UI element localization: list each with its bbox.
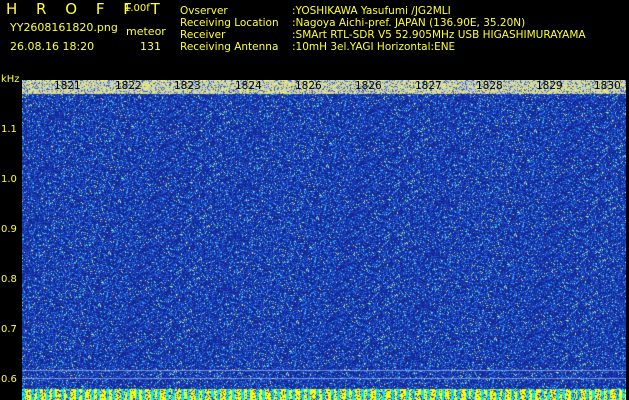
mode-label: meteor [126,25,166,38]
observer-value: :YOSHIKAWA Yasufumi /JG2MLI [292,5,451,17]
x-tick-label: 1827 [415,80,442,92]
observer-label: Ovserver [180,5,228,17]
x-tick-label: 1824 [235,80,262,92]
x-tick-label: 1826 [295,80,322,92]
y-tick-label: 0.9 [1,224,17,235]
version-label: 1.00f [124,3,150,14]
antenna-value: :10mH 3el.YAGI Horizontal:ENE [292,41,456,53]
y-tick-label: 0.8 [1,274,17,285]
filename-label: YY2608161820.png [10,21,118,34]
x-tick-label: 1822 [115,80,142,92]
hrofft-window: H R O F F T 1.00f YY2608161820.png meteo… [0,0,629,400]
x-tick-label: 1826 [355,80,382,92]
antenna-label: Receiving Antenna [180,41,279,53]
receiver-value: :SMArt RTL-SDR V5 52.905MHz USB HIGASHIM… [292,29,586,41]
x-tick-label: 1830 [594,80,621,92]
x-tick-label: 1821 [54,80,81,92]
y-tick-label: 0.7 [1,324,17,335]
receiver-label: Receiver [180,29,226,41]
y-axis-unit: kHz [1,74,20,85]
y-tick-label: 1.1 [1,124,17,135]
location-value: :Nagoya Aichi-pref. JAPAN (136.90E, 35.2… [292,17,526,29]
location-label: Receiving Location [180,17,279,29]
x-tick-label: 1823 [174,80,201,92]
x-tick-label: 1829 [536,80,563,92]
spectrogram-canvas [22,80,626,400]
spectrogram-plot [22,80,626,400]
x-tick-label: 1828 [476,80,503,92]
datetime-label: 26.08.16 18:20 [10,40,95,53]
y-tick-label: 1.0 [1,174,17,185]
y-tick-label: 0.6 [1,374,17,385]
detection-count: 131 [140,40,161,53]
